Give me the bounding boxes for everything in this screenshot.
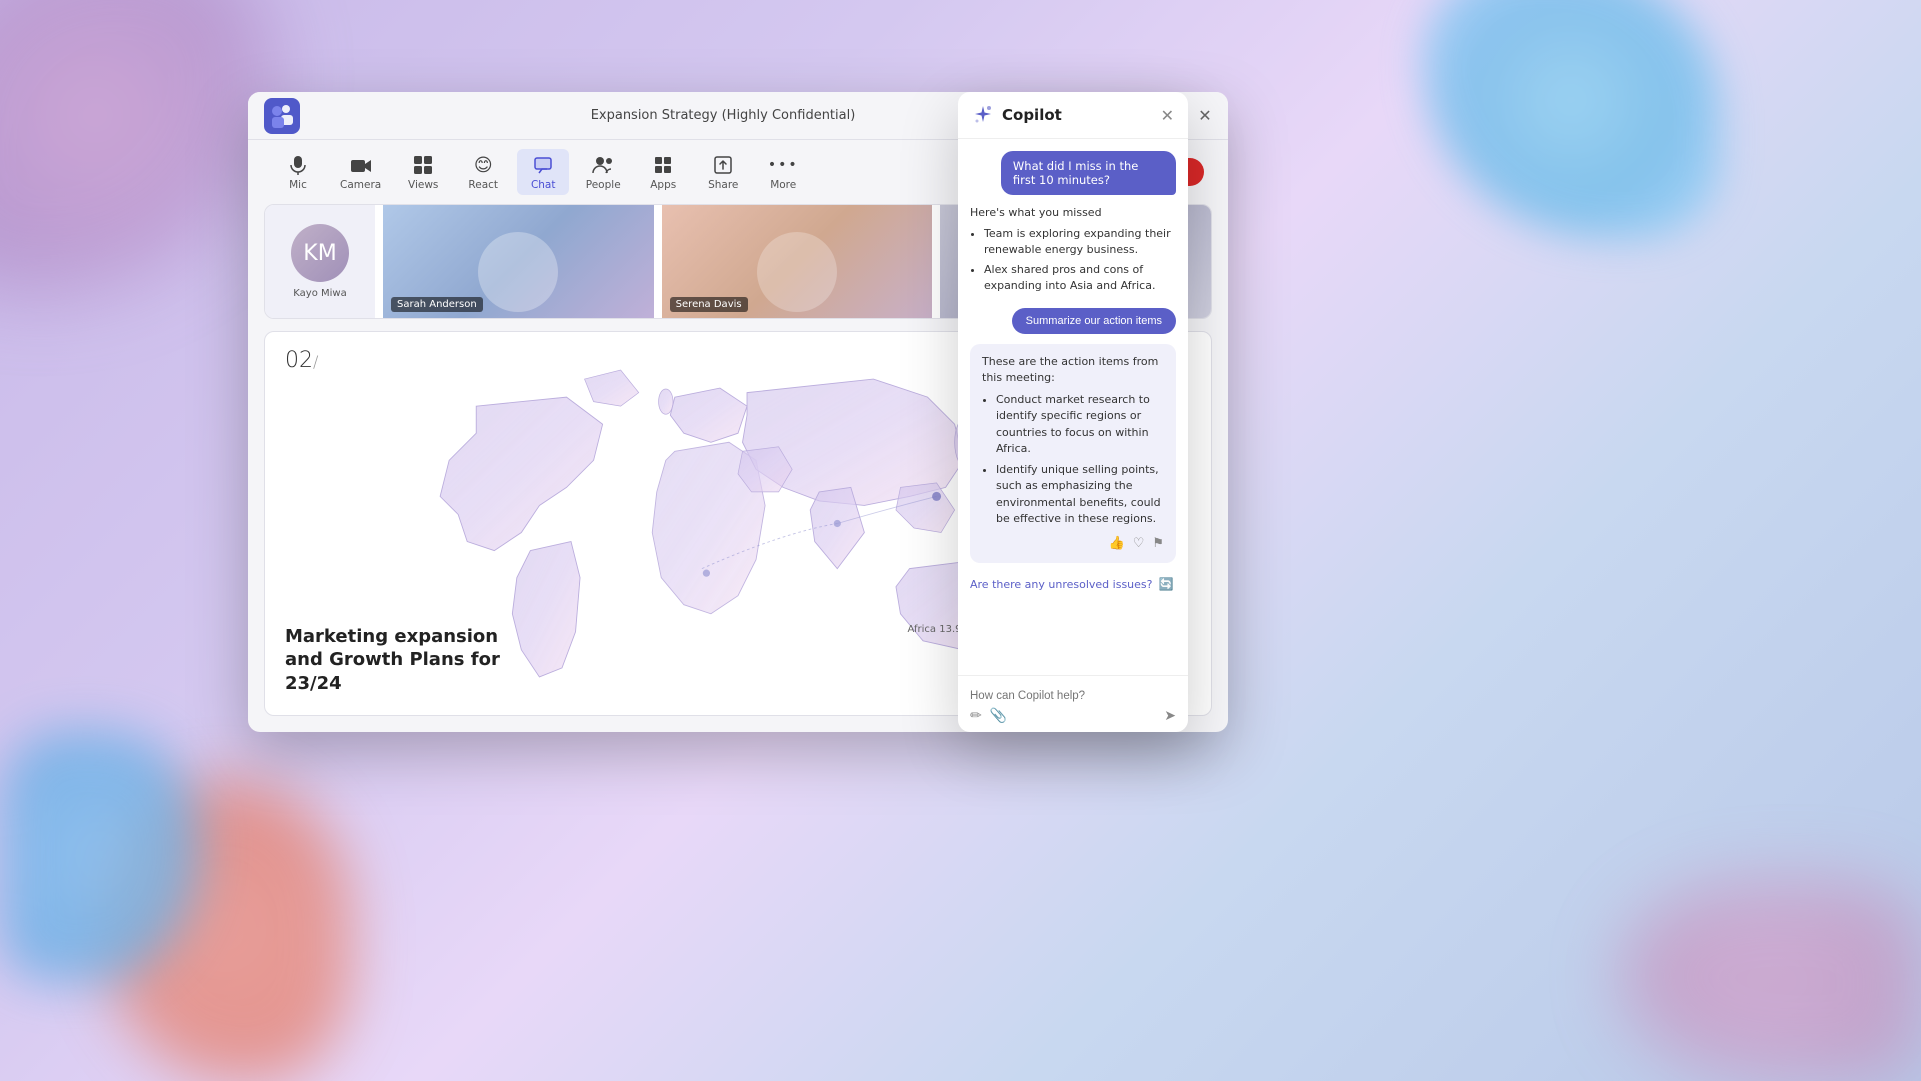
user-question-text: What did I miss in the first 10 minutes?	[1013, 159, 1138, 187]
toolbar-mic-label: Mic	[289, 179, 307, 191]
kayo-avatar: KM	[291, 224, 349, 282]
send-button[interactable]: ➤	[1164, 708, 1176, 724]
toolbar-item-share[interactable]: Share	[697, 149, 749, 195]
close-button[interactable]: ✕	[1198, 109, 1212, 123]
kayo-name: Kayo Miwa	[293, 288, 346, 299]
mic-icon	[286, 153, 310, 177]
copilot-input-field[interactable]	[970, 690, 1176, 702]
window-title: Expansion Strategy (Highly Confidential)	[591, 108, 856, 123]
copilot-bullet-2: Alex shared pros and cons of expanding i…	[984, 262, 1176, 295]
input-left-icons: ✏ 📎	[970, 708, 1007, 724]
toolbar-item-camera[interactable]: Camera	[332, 149, 389, 195]
participant-card-sarah: Sarah Anderson	[383, 205, 654, 318]
copilot-response-intro: Here's what you missed	[970, 205, 1176, 222]
toolbar-item-mic[interactable]: Mic	[272, 149, 324, 195]
toolbar-camera-label: Camera	[340, 179, 381, 191]
more-icon: •••	[771, 153, 795, 177]
toolbar-item-views[interactable]: Views	[397, 149, 449, 195]
toolbar-chat-label: Chat	[531, 179, 556, 191]
people-icon	[591, 153, 615, 177]
thumbs-up-button[interactable]: 👍	[1109, 534, 1125, 554]
slide-title: Marketing expansion and Growth Plans for…	[285, 625, 500, 695]
feedback-buttons: 👍 ♡ ⚑	[982, 534, 1164, 554]
chat-icon	[531, 153, 555, 177]
participant-card-serena: Serena Davis	[662, 205, 933, 318]
action-items-list: Conduct market research to identify spec…	[982, 392, 1164, 528]
toolbar-item-people[interactable]: People	[577, 149, 629, 195]
toolbar-item-react[interactable]: 😊 React	[457, 149, 509, 195]
copilot-panel: Copilot ✕ What did I miss in the first 1…	[958, 92, 1188, 732]
copilot-sparkle-icon	[972, 104, 994, 126]
heart-button[interactable]: ♡	[1133, 534, 1145, 554]
user-question-bubble: What did I miss in the first 10 minutes?	[1001, 151, 1176, 195]
teams-logo-area	[264, 98, 300, 134]
suggestion-text: Are there any unresolved issues?	[970, 578, 1152, 591]
copilot-missed-response: Here's what you missed Team is exploring…	[970, 205, 1176, 298]
toolbar-more-label: More	[770, 179, 796, 191]
serena-name-badge: Serena Davis	[670, 297, 748, 312]
summarize-button[interactable]: Summarize our action items	[1012, 308, 1176, 334]
copilot-input-area: ✏ 📎 ➤	[958, 675, 1188, 732]
toolbar-item-more[interactable]: ••• More	[757, 149, 809, 195]
copilot-chat[interactable]: What did I miss in the first 10 minutes?…	[958, 139, 1188, 675]
copilot-close-button[interactable]: ✕	[1161, 106, 1174, 125]
flag-button[interactable]: ⚑	[1152, 534, 1164, 554]
react-icon: 😊	[471, 153, 495, 177]
refresh-icon: 🔄	[1158, 577, 1173, 591]
copilot-header: Copilot ✕	[958, 92, 1188, 139]
share-icon	[711, 153, 735, 177]
teams-logo-icon	[264, 98, 300, 134]
summarize-label: Summarize our action items	[1026, 315, 1162, 327]
sarah-name-badge: Sarah Anderson	[391, 297, 483, 312]
attach-icon[interactable]: 📎	[990, 708, 1007, 724]
toolbar-item-apps[interactable]: Apps	[637, 149, 689, 195]
toolbar-item-chat[interactable]: Chat	[517, 149, 569, 195]
copilot-input-controls: ✏ 📎 ➤	[970, 708, 1176, 724]
camera-icon	[349, 153, 373, 177]
participant-card-kayo: KM Kayo Miwa	[265, 205, 375, 318]
toolbar-share-label: Share	[708, 179, 738, 191]
toolbar-apps-label: Apps	[650, 179, 676, 191]
apps-icon	[651, 153, 675, 177]
action-items-intro: These are the action items from this mee…	[982, 354, 1164, 387]
formatting-icon[interactable]: ✏	[970, 708, 982, 724]
copilot-title: Copilot	[1002, 106, 1062, 124]
action-items-box: These are the action items from this mee…	[970, 344, 1176, 564]
copilot-title-area: Copilot	[972, 104, 1062, 126]
toolbar-views-label: Views	[408, 179, 438, 191]
action-item-2: Identify unique selling points, such as …	[996, 462, 1164, 528]
action-item-1: Conduct market research to identify spec…	[996, 392, 1164, 458]
toolbar-people-label: People	[586, 179, 621, 191]
suggestion-chip[interactable]: Are there any unresolved issues? 🔄	[970, 573, 1176, 595]
copilot-response-bullets: Team is exploring expanding their renewa…	[970, 226, 1176, 295]
copilot-bullet-1: Team is exploring expanding their renewa…	[984, 226, 1176, 259]
views-icon	[411, 153, 435, 177]
toolbar-react-label: React	[468, 179, 498, 191]
